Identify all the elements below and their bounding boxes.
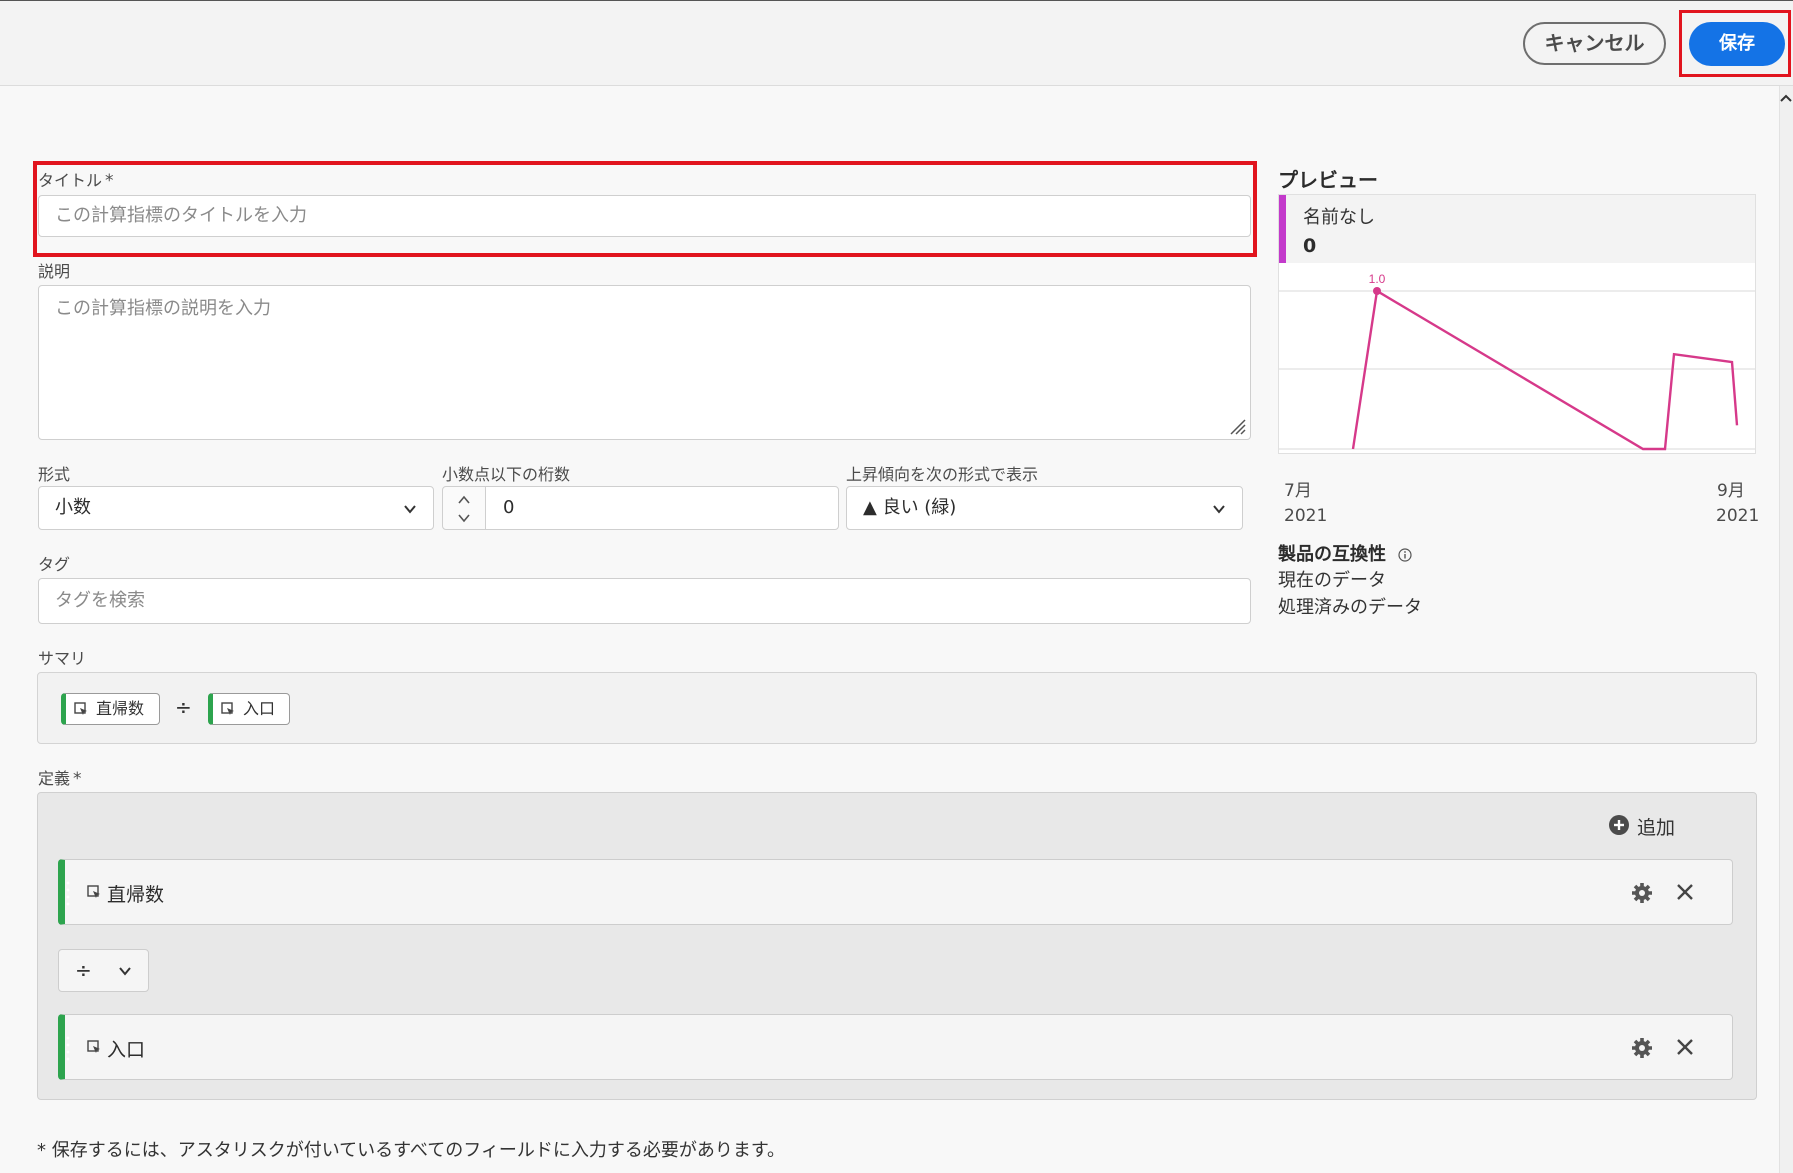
x-axis-start-month: 7月	[1284, 481, 1312, 501]
title-input[interactable]: この計算指標のタイトルを入力	[38, 195, 1251, 237]
drag-handle-icon[interactable]	[66, 880, 70, 906]
operator-value: ÷	[75, 958, 92, 982]
x-axis-end-month: 9月	[1717, 481, 1745, 501]
definition-metric-row[interactable]: 直帰数	[58, 859, 1733, 925]
gear-icon[interactable]	[1631, 882, 1653, 904]
format-select[interactable]: 小数	[38, 486, 434, 530]
metric-name: 直帰数	[107, 884, 165, 906]
metric-icon	[74, 702, 87, 715]
cancel-button[interactable]: キャンセル	[1523, 22, 1666, 65]
decimals-input[interactable]: 0	[485, 486, 839, 530]
tags-search-input[interactable]: タグを検索	[38, 578, 1251, 624]
chevron-up-icon[interactable]	[457, 495, 471, 505]
metric-name: 入口	[107, 1039, 146, 1061]
chevron-down-icon	[1213, 505, 1225, 514]
decimals-stepper[interactable]	[442, 486, 486, 530]
add-button[interactable]: 追加	[1609, 813, 1675, 840]
close-icon[interactable]	[1675, 1037, 1695, 1057]
x-axis-end-year: 2021	[1716, 506, 1760, 526]
x-axis-start-year: 2021	[1284, 506, 1328, 526]
preview-card: 名前なし 0 1.0	[1278, 194, 1756, 454]
scroll-up-icon[interactable]	[1780, 92, 1792, 106]
definition-metric-row[interactable]: 入口	[58, 1014, 1733, 1080]
info-icon[interactable]	[1398, 548, 1412, 562]
decimals-label: 小数点以下の桁数	[442, 465, 571, 484]
trend-select[interactable]: ▲ 良い (緑)	[846, 486, 1243, 530]
trend-label: 上昇傾向を次の形式で表示	[846, 465, 1039, 484]
definition-label: 定義 *	[38, 769, 82, 789]
preview-metric-name: 名前なし	[1303, 207, 1375, 228]
compatibility-item: 現在のデータ	[1278, 570, 1386, 591]
required-fields-note: * 保存するには、アスタリスクが付いているすべてのフィールドに入力する必要があり…	[37, 1140, 786, 1161]
format-label: 形式	[38, 465, 71, 484]
summary-divide-operator: ÷	[175, 695, 192, 719]
drag-handle-icon[interactable]	[66, 1035, 70, 1061]
preview-metric-value: 0	[1303, 235, 1317, 257]
summary-chip-entries[interactable]: 入口	[208, 693, 290, 725]
metric-icon	[87, 1040, 100, 1053]
series-line	[1351, 289, 1739, 451]
top-bar: キャンセル 保存	[0, 0, 1793, 86]
peak-point	[1373, 287, 1381, 295]
preview-title: プレビュー	[1278, 168, 1378, 192]
save-highlight-box	[1679, 10, 1791, 77]
peak-data-label: 1.0	[1369, 272, 1386, 286]
summary-label: サマリ	[38, 649, 87, 668]
operator-select[interactable]: ÷	[58, 949, 149, 992]
chevron-down-icon[interactable]	[457, 513, 471, 523]
preview-header: 名前なし 0	[1279, 195, 1755, 263]
trend-value: ▲ 良い (緑)	[863, 497, 957, 518]
tags-label: タグ	[38, 555, 71, 574]
resize-handle-icon[interactable]	[1227, 416, 1247, 436]
description-placeholder: この計算指標の説明を入力	[55, 298, 271, 319]
summary-box: 直帰数 ÷ 入口	[37, 672, 1757, 744]
description-textarea[interactable]: この計算指標の説明を入力	[38, 285, 1251, 440]
compatibility-item: 処理済みのデータ	[1278, 597, 1422, 618]
gear-icon[interactable]	[1631, 1037, 1653, 1059]
summary-chip-bounces[interactable]: 直帰数	[61, 693, 160, 725]
metric-icon	[87, 885, 100, 898]
close-icon[interactable]	[1675, 882, 1695, 902]
metric-icon	[221, 702, 234, 715]
scrollbar[interactable]	[1779, 86, 1793, 1173]
description-label: 説明	[38, 262, 71, 281]
format-value: 小数	[55, 497, 91, 518]
chevron-down-icon	[404, 505, 416, 514]
preview-sparkline-chart: 1.0	[1279, 272, 1755, 451]
compatibility-title: 製品の互換性	[1278, 540, 1412, 566]
add-circle-icon	[1609, 815, 1629, 835]
chevron-down-icon	[119, 967, 131, 976]
